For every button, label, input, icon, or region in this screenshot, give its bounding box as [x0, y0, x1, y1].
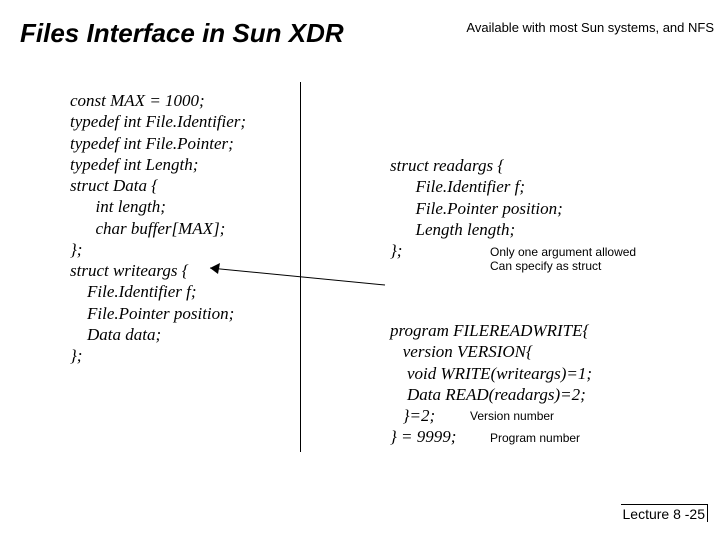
code-line: const MAX = 1000; — [70, 91, 205, 110]
note-version-number: Version number — [470, 409, 554, 423]
note-line: Only one argument allowed — [490, 245, 636, 259]
code-line: Length length; — [390, 220, 515, 239]
code-line: File.Pointer position; — [390, 199, 563, 218]
note-line: Can specify as struct — [490, 259, 601, 273]
code-line: typedef int File.Pointer; — [70, 134, 234, 153]
code-line: int length; — [70, 197, 166, 216]
code-line: char buffer[MAX]; — [70, 219, 225, 238]
code-line: File.Identifier f; — [70, 282, 197, 301]
code-line: program FILEREADWRITE{ — [390, 321, 589, 340]
availability-note: Available with most Sun systems, and NFS — [466, 20, 714, 35]
code-line: void WRITE(writeargs)=1; — [390, 364, 592, 383]
left-code-block: const MAX = 1000; typedef int File.Ident… — [70, 90, 246, 366]
code-line: struct writeargs { — [70, 261, 189, 280]
code-line: Data data; — [70, 325, 161, 344]
note-program-number: Program number — [490, 431, 580, 445]
code-line: }; — [70, 240, 82, 259]
code-line: File.Pointer position; — [70, 304, 234, 323]
slide-footer: Lecture 8 -25 — [621, 504, 709, 522]
code-line: } = 9999; — [390, 427, 456, 446]
code-line: version VERSION{ — [390, 342, 533, 361]
vertical-divider — [300, 82, 301, 452]
code-line: }; — [390, 241, 402, 260]
code-line: }; — [70, 346, 82, 365]
code-line: struct readargs { — [390, 156, 504, 175]
note-one-argument: Only one argument allowed Can specify as… — [490, 245, 636, 274]
code-line: typedef int Length; — [70, 155, 198, 174]
right-program-block: program FILEREADWRITE{ version VERSION{ … — [390, 320, 592, 448]
code-line: struct Data { — [70, 176, 158, 195]
code-line: Data READ(readargs)=2; — [390, 385, 586, 404]
slide-title: Files Interface in Sun XDR — [20, 18, 344, 49]
code-line: typedef int File.Identifier; — [70, 112, 246, 131]
code-line: File.Identifier f; — [390, 177, 525, 196]
code-line: }=2; — [390, 406, 435, 425]
